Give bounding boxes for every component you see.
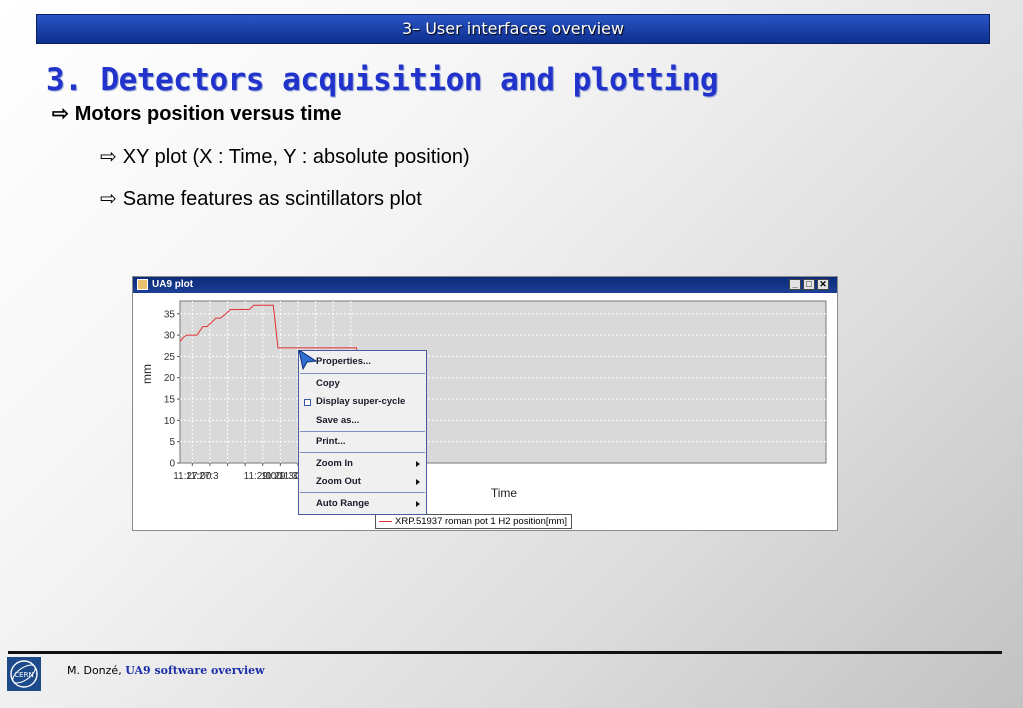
bullet-arrow-icon: ⇨ <box>52 103 69 125</box>
chart-legend: XRP.51937 roman pot 1 H2 position[mm] <box>375 514 572 529</box>
submenu-arrow-icon <box>416 479 420 485</box>
ua9-plot-window: UA9 plot _ □ ✕ 0 5 10 15 20 25 30 35 11:27:00 11… <box>132 276 838 531</box>
window-title: UA9 plot <box>152 279 194 290</box>
footer-credit: M. Donzé, UA9 software overview <box>67 664 265 677</box>
display-super-cycle-checkbox[interactable] <box>304 399 311 406</box>
menu-item-display-super-cycle[interactable]: Display super-cycle <box>316 395 405 409</box>
close-button[interactable]: ✕ <box>817 279 829 290</box>
y-tick-label: 5 <box>169 437 175 448</box>
bullet-motors-position: ⇨ Motors position versus time <box>52 101 341 126</box>
chart-context-menu: Properties... Copy Display super-cycle S… <box>298 350 427 515</box>
menu-item-copy[interactable]: Copy <box>316 377 340 391</box>
y-axis-ticks: 0 5 10 15 20 25 30 35 <box>164 309 180 470</box>
y-tick-label: 35 <box>164 309 176 320</box>
logo-text: CERN <box>14 671 33 679</box>
bullet-text: Motors position versus time <box>74 103 342 125</box>
banner-text: 3– User interfaces overview <box>401 19 625 38</box>
bullet-arrow-icon: ⇨ <box>100 188 117 210</box>
maximize-button[interactable]: □ <box>803 279 815 290</box>
x-tick-label: 11:27:3 <box>186 471 219 482</box>
menu-item-zoom-in[interactable]: Zoom In <box>316 457 353 471</box>
menu-separator <box>300 492 425 493</box>
menu-separator <box>300 452 425 453</box>
menu-item-zoom-out[interactable]: Zoom Out <box>316 475 361 489</box>
y-tick-label: 20 <box>164 373 176 384</box>
y-tick-label: 25 <box>164 352 176 363</box>
footer-link[interactable]: UA9 software overview <box>125 664 264 677</box>
footer-divider <box>8 651 1002 654</box>
y-tick-label: 10 <box>164 416 176 427</box>
mouse-pointer-icon <box>298 350 318 370</box>
slide-header-banner: 3– User interfaces overview <box>36 14 990 44</box>
motor-position-chart[interactable]: 05101520253035 11:27:0011:27:3 011:29:001… <box>133 293 837 514</box>
bullet-xy-plot: ⇨ XY plot (X : Time, Y : absolute positio… <box>100 144 470 169</box>
menu-item-properties[interactable]: Properties... <box>316 355 371 369</box>
menu-item-auto-range[interactable]: Auto Range <box>316 497 369 511</box>
y-tick-label: 0 <box>169 459 175 470</box>
menu-item-save-as[interactable]: Save as... <box>316 414 359 428</box>
plot-area[interactable] <box>179 300 827 464</box>
submenu-arrow-icon <box>416 501 420 507</box>
y-axis-label: mm <box>140 364 154 384</box>
legend-label: XRP.51937 roman pot 1 H2 position[mm] <box>395 516 567 527</box>
minimize-button[interactable]: _ <box>789 279 801 290</box>
menu-item-print[interactable]: Print... <box>316 435 346 449</box>
bullet-text: XY plot (X : Time, Y : absolute position… <box>122 146 470 168</box>
y-tick-label: 15 <box>164 395 176 406</box>
y-tick-label: 30 <box>164 331 176 342</box>
footer-author: M. Donzé, <box>67 664 122 677</box>
window-titlebar[interactable]: UA9 plot _ □ ✕ <box>133 277 837 293</box>
bullet-text: Same features as scintillators plot <box>122 188 422 210</box>
menu-separator <box>300 373 425 374</box>
bullet-same-features: ⇨ Same features as scintillators plot <box>100 186 422 211</box>
submenu-arrow-icon <box>416 461 420 467</box>
bullet-arrow-icon: ⇨ <box>100 146 117 168</box>
menu-separator <box>300 431 425 432</box>
app-icon <box>137 279 148 290</box>
legend-swatch <box>379 520 392 522</box>
x-axis-label: Time <box>491 486 518 500</box>
cern-logo-icon: CERN <box>7 657 41 691</box>
slide-title: 3. Detectors acquisition and plotting <box>46 62 719 98</box>
